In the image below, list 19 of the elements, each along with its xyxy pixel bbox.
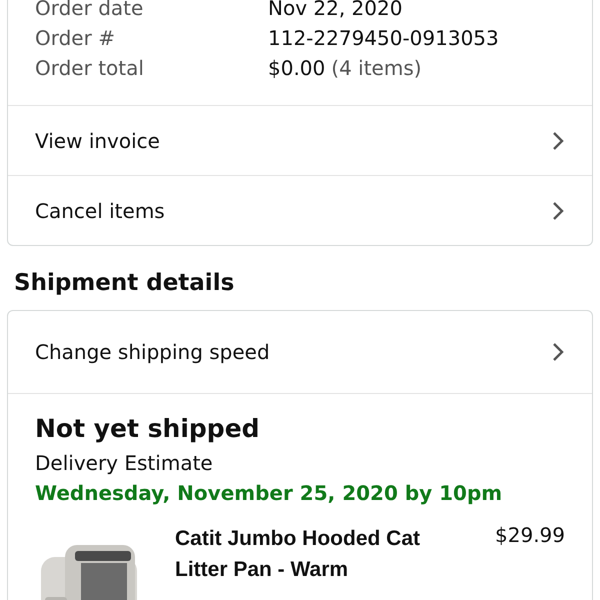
field-label: Order date [35, 0, 144, 20]
field-value: Nov 22, 2020 [268, 0, 402, 20]
field-label: Order total [35, 56, 145, 80]
menu-link[interactable]: Change shipping speed [8, 311, 592, 394]
chevron-right-icon [551, 341, 565, 363]
menu-link[interactable]: Cancel items [8, 175, 592, 245]
shipment-status: Not yet shipped [35, 414, 261, 443]
delivery-estimate: Wednesday, November 25, 2020 by 10pm [35, 481, 504, 505]
item-count: (4 items) [331, 56, 422, 80]
chevron-right-icon [551, 200, 565, 222]
menu-link[interactable]: View invoice [8, 105, 592, 175]
product-price: $29.99 [495, 523, 565, 549]
field-label: Order # [35, 26, 116, 50]
field-value: 112-2279450-0913053 [268, 26, 499, 50]
product-title[interactable]: Catit Jumbo Hooded Cat Litter Pan - Warm [175, 523, 435, 600]
chevron-right-icon [551, 130, 565, 152]
estimate-label: Delivery Estimate [35, 451, 214, 475]
section-heading: Shipment details [13, 269, 236, 298]
field-value: $0.00 [268, 56, 326, 80]
